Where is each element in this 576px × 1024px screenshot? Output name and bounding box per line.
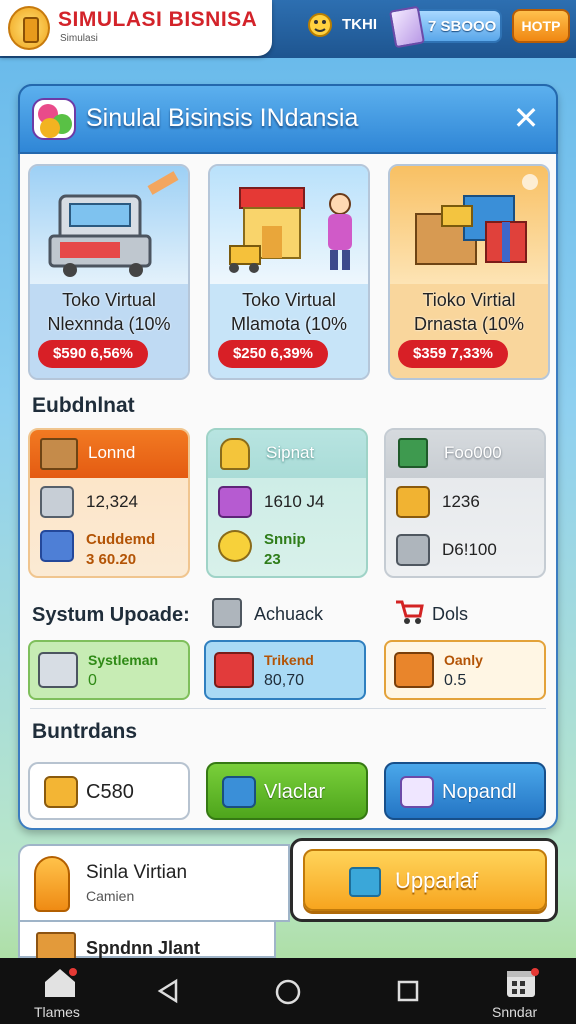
back-icon[interactable] [156,978,180,1004]
profile-card[interactable]: Sinla Virtian Camien [18,844,290,922]
calendar-icon [507,968,539,997]
tag-icon [218,530,252,562]
stat-header: Foo000 [444,443,502,462]
recents-icon[interactable] [396,979,420,1003]
second-item-name: Spndnn Jlant [86,938,200,958]
store-price: $250 6,39% [218,340,328,368]
close-button[interactable]: ✕ [508,100,544,136]
system-upgrade-label: Systum Upoade: [32,604,190,626]
cabinet-icon [212,598,242,628]
upgrade-button[interactable]: Upparlaf [303,849,547,911]
register-icon [396,534,430,566]
house-icon [45,968,77,997]
upgrade-card[interactable]: Trikend 80,70 [204,640,366,700]
store-card[interactable]: Toko Virtual Nlexnnda (10% $590 6,56% [28,164,190,380]
store-price: $359 7,33% [398,340,508,368]
buttons-section-label: Buntrdans [32,720,137,743]
panel-title: Sinulal Bisinsis INdansia [86,104,359,132]
upgrade-title: Oanly [444,652,483,668]
cash-register-icon [30,166,188,284]
coin-mascot-icon[interactable] [306,10,334,40]
store-price: $590 6,56% [38,340,148,368]
gift-icon [40,530,74,562]
coin-label: TKHI [342,16,377,33]
upgrade-title: Trikend [264,652,314,668]
stat-header: Lonnd [88,443,136,462]
system-nav-bar: Tlames Snndar [0,958,576,1024]
gift-boxes-icon [390,166,548,284]
store-card[interactable]: Tioko Virtial Drnasta (10% $359 7,33% [388,164,550,380]
top-bar: SIMULASI BISNISA Simulasi TKHI 7 SBOOO H… [0,0,576,58]
cart-icon [396,600,424,624]
bell-icon [220,438,250,470]
store-name: Tioko Virtial Drnasta (10% [413,290,525,334]
upgrade-card[interactable]: Oanly 0.5 [384,640,546,700]
shop-front-icon [210,166,368,284]
box-icon [398,438,428,468]
panel-header: Sinulal Bisinsis INdansia ✕ [18,84,558,154]
vlaclar-button[interactable]: Vlaclar [206,762,368,820]
calendar-tab-label: Snndar [492,1004,538,1020]
calendar-tab[interactable]: Snndar [490,958,556,1024]
stat-value: 1610 J4 [264,492,325,511]
stat-header: Sipnat [266,443,315,462]
package-icon [44,776,78,808]
stats-section-label: Eubdnlnat [32,394,135,417]
upgrade-card[interactable]: Systleman 0 [28,640,190,700]
store-name: Toko Virtual Mlamota (10% [230,290,348,334]
nopandl-button[interactable]: Nopandl [384,762,546,820]
gift-box-icon [394,652,434,688]
bag-icon [396,486,430,518]
business-panel: Sinulal Bisinsis INdansia ✕ Toko Virtual… [18,84,558,830]
store-name: Toko Virtual Nlexnnda (10% [47,290,171,334]
stat-value: Cuddemd 3 60.20 [86,531,156,568]
upgrade-value: 0.5 [444,672,467,689]
cash-value: 7 SBOOO [428,18,497,35]
coin-logo-icon [8,6,50,50]
app-subtitle: Simulasi [60,33,98,44]
cash-counter[interactable]: 7 SBOOO [388,5,502,49]
servers-icon [40,486,74,518]
c580-button[interactable]: C580 [28,762,190,820]
stat-value: 1236 [442,492,480,511]
home-circle-icon[interactable] [274,978,302,1006]
upgrade-value: 80,70 [264,672,305,689]
profile-subtitle: Camien [86,888,135,904]
upgrade-button-frame: Upparlaf [290,838,558,922]
stat-card[interactable]: Lonnd 12,324 Cuddemd 3 60.20 [28,428,190,578]
stat-value: Snnip 23 [264,531,306,568]
checklist-icon [400,776,434,808]
system-header-label: Achuack [254,604,324,624]
game-badge-icon [32,98,76,140]
basket-icon [218,486,252,518]
stat-card[interactable]: Foo000 1236 D6!100 [384,428,546,578]
check-icon [222,776,256,808]
profile-name: Sinla Virtian [86,862,188,883]
app-title: SIMULASI BISNISA [58,8,258,31]
store-card[interactable]: Toko Virtual Mlamota (10% $250 6,39% [208,164,370,380]
avatar [34,856,70,912]
cash-icon [388,5,426,49]
stat-value: D6!100 [442,540,497,559]
stat-card[interactable]: Sipnat 1610 J4 Snnip 23 [206,428,368,578]
shopping-cart-icon [38,652,78,688]
app-logo: SIMULASI BISNISA Simulasi [0,0,272,56]
upgrade-title: Systleman [88,652,159,668]
upgrade-value: 0 [88,672,97,689]
divider [30,708,546,709]
system-header-label: Dols [432,604,469,624]
cube-icon [349,867,381,897]
shop-button[interactable]: HOTP [512,9,570,43]
red-box-icon [214,652,254,688]
home-tab-label: Tlames [34,1004,80,1020]
second-list-item[interactable]: Spndnn Jlant [18,922,276,962]
stat-value: 12,324 [86,492,138,511]
home-tab[interactable]: Tlames [30,958,90,1024]
crate-icon [40,438,78,470]
